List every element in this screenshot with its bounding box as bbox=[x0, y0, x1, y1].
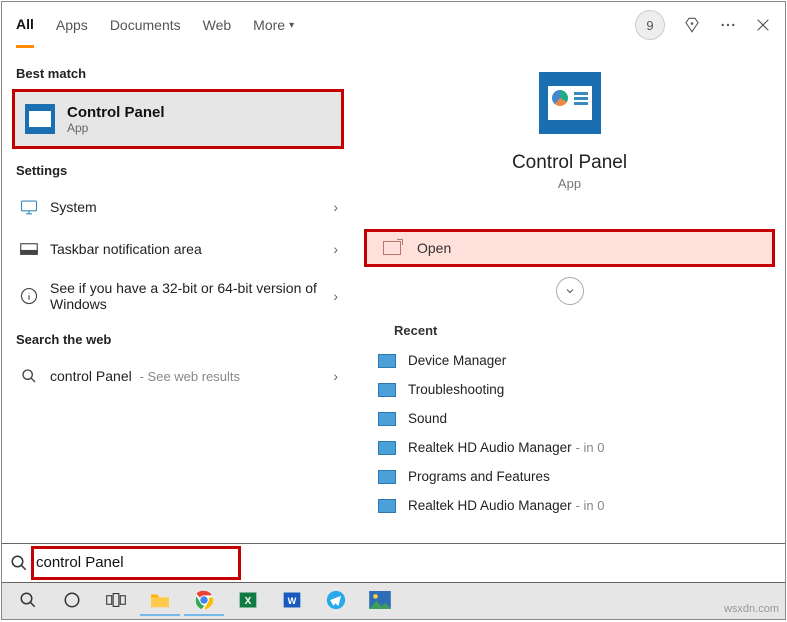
results-pane: Best match Control Panel App Settings Sy… bbox=[2, 48, 354, 619]
search-box[interactable] bbox=[2, 543, 785, 583]
recent-text: Realtek HD Audio Manager bbox=[408, 440, 572, 455]
recent-sub: - in 0 bbox=[576, 498, 605, 513]
open-label: Open bbox=[417, 240, 451, 256]
circle-icon bbox=[63, 591, 81, 609]
taskbar-taskview-button[interactable] bbox=[96, 586, 136, 616]
chevron-down-icon bbox=[564, 285, 576, 297]
cpl-icon bbox=[378, 470, 396, 484]
best-match-item[interactable]: Control Panel App bbox=[12, 89, 344, 149]
cpl-icon bbox=[378, 499, 396, 513]
svg-text:W: W bbox=[288, 596, 297, 606]
recent-text: Programs and Features bbox=[408, 469, 550, 484]
recent-item[interactable]: Realtek HD Audio Manager - in 0 bbox=[364, 491, 775, 520]
taskview-icon bbox=[106, 592, 126, 608]
watermark: wsxdn.com bbox=[724, 603, 779, 615]
recent-label: Recent bbox=[394, 323, 775, 338]
settings-label: Settings bbox=[16, 163, 344, 178]
expand-button[interactable] bbox=[556, 277, 584, 305]
monitor-icon bbox=[18, 196, 40, 218]
best-match-title: Control Panel bbox=[67, 104, 165, 121]
photos-icon bbox=[369, 591, 391, 609]
web-result-text: control Panel - See web results bbox=[50, 368, 333, 384]
chevron-right-icon: › bbox=[333, 241, 338, 257]
chevron-right-icon: › bbox=[333, 199, 338, 215]
tab-all[interactable]: All bbox=[16, 2, 34, 48]
control-panel-large-icon bbox=[539, 72, 601, 134]
more-icon[interactable] bbox=[719, 16, 737, 34]
filter-tabs: All Apps Documents Web More ▾ bbox=[16, 2, 294, 48]
folder-icon bbox=[149, 591, 171, 609]
chrome-icon bbox=[194, 590, 214, 610]
settings-item-label: System bbox=[50, 199, 333, 215]
tab-documents[interactable]: Documents bbox=[110, 2, 181, 48]
settings-item-taskbar[interactable]: Taskbar notification area › bbox=[12, 228, 344, 270]
chevron-right-icon: › bbox=[333, 288, 338, 304]
best-match-label: Best match bbox=[16, 66, 344, 81]
settings-item-label: See if you have a 32-bit or 64-bit versi… bbox=[50, 280, 333, 312]
recent-item[interactable]: Device Manager bbox=[364, 346, 775, 375]
recent-text: Device Manager bbox=[408, 353, 506, 368]
search-window: All Apps Documents Web More ▾ 9 Best ma bbox=[1, 1, 786, 620]
recent-item[interactable]: Programs and Features bbox=[364, 462, 775, 491]
cpl-icon bbox=[378, 383, 396, 397]
recent-item[interactable]: Sound bbox=[364, 404, 775, 433]
recent-text: Troubleshooting bbox=[408, 382, 504, 397]
tab-more-label: More bbox=[253, 17, 285, 33]
info-icon bbox=[18, 285, 40, 307]
search-icon bbox=[19, 591, 37, 609]
open-icon bbox=[383, 241, 401, 255]
cpl-icon bbox=[378, 412, 396, 426]
top-bar-right: 9 bbox=[635, 10, 771, 40]
recent-text: Realtek HD Audio Manager bbox=[408, 498, 572, 513]
recent-text: Sound bbox=[408, 411, 447, 426]
taskbar-photos-button[interactable] bbox=[360, 586, 400, 616]
avatar[interactable]: 9 bbox=[635, 10, 665, 40]
open-button[interactable]: Open bbox=[364, 229, 775, 267]
recent-item[interactable]: Realtek HD Audio Manager - in 0 bbox=[364, 433, 775, 462]
taskbar-explorer-button[interactable] bbox=[140, 586, 180, 616]
settings-item-label: Taskbar notification area bbox=[50, 241, 333, 257]
search-icon bbox=[10, 554, 28, 572]
cpl-icon bbox=[378, 441, 396, 455]
telegram-icon bbox=[326, 590, 346, 610]
control-panel-icon bbox=[25, 104, 55, 134]
tab-web[interactable]: Web bbox=[203, 2, 232, 48]
taskbar-telegram-button[interactable] bbox=[316, 586, 356, 616]
settings-item-system[interactable]: System › bbox=[12, 186, 344, 228]
svg-text:X: X bbox=[245, 596, 252, 607]
cpl-icon bbox=[378, 354, 396, 368]
web-label: Search the web bbox=[16, 332, 344, 347]
chevron-down-icon: ▾ bbox=[289, 20, 294, 31]
taskbar-chrome-button[interactable] bbox=[184, 586, 224, 616]
detail-pane: Control Panel App Open Recent Device Man… bbox=[354, 48, 785, 619]
taskbar-search-button[interactable] bbox=[8, 586, 48, 616]
detail-title: Control Panel bbox=[364, 152, 775, 174]
recent-sub: - in 0 bbox=[576, 440, 605, 455]
recent-item[interactable]: Troubleshooting bbox=[364, 375, 775, 404]
search-value-highlight bbox=[36, 554, 236, 572]
detail-sub: App bbox=[364, 176, 775, 191]
search-area bbox=[2, 543, 785, 583]
search-icon bbox=[18, 365, 40, 387]
taskbar-cortana-button[interactable] bbox=[52, 586, 92, 616]
word-icon: W bbox=[282, 590, 302, 610]
tab-more[interactable]: More ▾ bbox=[253, 2, 294, 48]
main-area: Best match Control Panel App Settings Sy… bbox=[2, 48, 785, 619]
search-input[interactable] bbox=[36, 554, 236, 571]
taskbar-word-button[interactable]: W bbox=[272, 586, 312, 616]
web-result-sub: - See web results bbox=[140, 369, 240, 384]
best-match-sub: App bbox=[67, 121, 165, 135]
feedback-icon[interactable] bbox=[683, 16, 701, 34]
taskbar-icon bbox=[18, 238, 40, 260]
top-bar: All Apps Documents Web More ▾ 9 bbox=[2, 2, 785, 48]
tab-apps[interactable]: Apps bbox=[56, 2, 88, 48]
excel-icon: X bbox=[238, 590, 258, 610]
close-icon[interactable] bbox=[755, 17, 771, 33]
taskbar-excel-button[interactable]: X bbox=[228, 586, 268, 616]
chevron-right-icon: › bbox=[333, 368, 338, 384]
settings-item-bit[interactable]: See if you have a 32-bit or 64-bit versi… bbox=[12, 270, 344, 322]
web-result-item[interactable]: control Panel - See web results › bbox=[12, 355, 344, 397]
taskbar: X W bbox=[2, 583, 785, 619]
